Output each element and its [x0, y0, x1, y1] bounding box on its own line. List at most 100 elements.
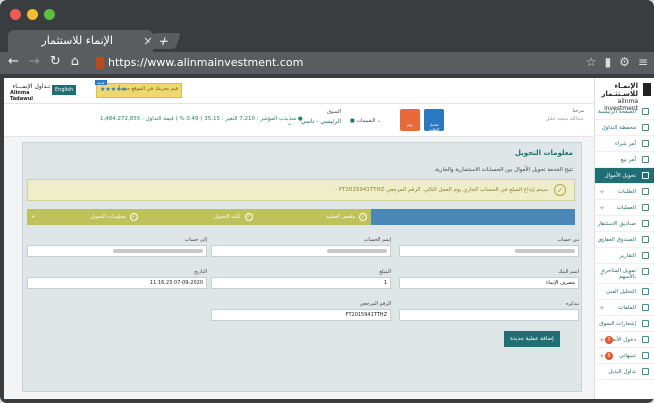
bookmark-icon[interactable]: ▮ [605, 55, 612, 69]
plus-icon: + [599, 269, 605, 278]
plus-icon: + [599, 303, 605, 312]
step-label: معلومات التحويل [90, 214, 126, 220]
minimize-window-button[interactable] [27, 9, 38, 20]
site-header: تـداول الإنمـــاء Alinma Tadawul English… [4, 78, 594, 104]
plus-icon: + [31, 214, 36, 220]
maximize-window-button[interactable] [44, 9, 55, 20]
sidebar-item-label: العمليات [616, 204, 636, 211]
tadawul-logo: تـداول الإنمـــاء Alinma Tadawul [10, 83, 50, 102]
user-name: عبدالله سعيد خليل [545, 116, 584, 122]
plus-icon: + [599, 235, 605, 244]
check-icon: ✓ [359, 213, 368, 221]
sidebar-item-alt-trading[interactable]: تداول البديل [595, 364, 654, 380]
tadawul-logo-ar: تـداول الإنمـــاء [12, 83, 50, 90]
add-new-transaction-button[interactable]: إضافة عملية جديدة [504, 331, 560, 347]
edit-order-label: تعديل الطلب [428, 122, 440, 132]
sell-icon [642, 156, 649, 163]
new-tab-button[interactable]: + [147, 33, 181, 49]
sidebar-item-transfer[interactable]: تحويل الأموال [595, 168, 654, 184]
forward-arrow-icon[interactable]: → [29, 54, 40, 69]
from-account-value [399, 245, 579, 257]
url-text: https://www.alinmainvestment.com [108, 56, 304, 69]
briefcase-icon: ■ [350, 118, 355, 124]
sidebar-item-funds[interactable]: صناديق الاستثمار + [595, 216, 654, 232]
rating-promo-banner[interactable]: جديد قيم تجربتك في الموقع جديداً ★★★★★ [95, 80, 182, 98]
site-favicon-icon [96, 57, 104, 69]
market-ticker-bar: ● متذبذب المؤشر : 7,210 التغير : 35.15 (… [4, 104, 594, 137]
back-arrow-icon[interactable]: ← [8, 54, 19, 69]
market-value: الرئيسي - تاسي [300, 118, 341, 125]
transfer-icon [642, 172, 649, 179]
sidebar-item-alerts[interactable]: تنبيهاتي 6 + [595, 348, 654, 364]
sidebar-item-label: التحليل الفني [605, 288, 636, 295]
menu-icon[interactable]: ≡ [638, 55, 648, 69]
operations-icon [642, 204, 649, 211]
alinma-logo-icon [643, 83, 651, 96]
sidebar-item-systems[interactable]: دخول الأنظمة 3 + [595, 332, 654, 348]
orders-icon [642, 188, 649, 195]
window-controls [10, 9, 55, 20]
account-name-field: إسم الحساب [211, 237, 391, 257]
sidebar-item-operations[interactable]: العمليات + [595, 200, 654, 216]
close-window-button[interactable] [10, 9, 21, 20]
star-bookmark-icon[interactable]: ☆ [586, 55, 597, 69]
sidebar-item-label: تنبيهاتي [619, 352, 636, 359]
sidebar-item-margin[interactable]: تمويل المتاجرة بالأسهم + [595, 264, 654, 284]
bank-name-label: اسم البنك [558, 269, 579, 275]
sidebar-item-files[interactable]: الملفات + [595, 300, 654, 316]
rating-stars-icon[interactable]: ★★★★★ [100, 86, 127, 93]
sidebar-item-label: تحويل الأموال [604, 172, 636, 179]
check-icon: ✓ [129, 213, 138, 221]
reference-value: FT2015941TTHZ [211, 309, 391, 321]
reload-icon[interactable]: ↻ [50, 54, 61, 69]
sidebar-item-technical[interactable]: التحليل الفني [595, 284, 654, 300]
notice-text: سيتم إيداع المبلغ في الحساب الجاري يوم ا… [335, 187, 548, 193]
step-label: ملخص العملية [326, 214, 356, 220]
reports-icon [642, 252, 649, 259]
settings-gear-icon[interactable]: ⚙ [619, 55, 630, 69]
sidebar-item-label: أمر شراء [614, 140, 636, 147]
plus-icon: + [599, 187, 605, 196]
step-summary: ✓ ملخص العملية [256, 209, 372, 225]
from-account-label: من حساب [557, 237, 579, 243]
notes-value [399, 309, 579, 321]
greeting-label: مرحبا [572, 108, 584, 114]
notification-badge: 6 [605, 352, 613, 360]
tab-strip: الإنماء للاستثمار × + [0, 30, 654, 52]
sidebar-item-orders[interactable]: الطلبات + [595, 184, 654, 200]
browser-toolbar: ← → ↻ ⌂ https://www.alinmainvestment.com… [0, 52, 654, 74]
reference-field: الرقم المرجعي FT2015941TTHZ [211, 301, 391, 321]
to-account-field: إلى حساب [27, 237, 207, 257]
step-confirm: ✓ تأكيد التحويل [141, 209, 257, 225]
check-icon: ✓ [244, 213, 253, 221]
alerts-icon [642, 352, 649, 359]
address-bar[interactable]: https://www.alinmainvestment.com [96, 55, 586, 71]
chart-icon [642, 288, 649, 295]
systems-icon [642, 336, 649, 343]
browser-tab[interactable]: الإنماء للاستثمار × [8, 30, 153, 52]
date-label: التاريخ [194, 269, 207, 275]
nav-buttons: ← → ↻ ⌂ [8, 54, 79, 69]
new-badge: جديد [95, 80, 107, 85]
sidebar-item-buy[interactable]: أمر شراء [595, 136, 654, 152]
from-account-field: من حساب [399, 237, 579, 257]
edit-order-button[interactable]: تعديل الطلب [424, 109, 444, 132]
browser-window: الإنماء للاستثمار × + ← → ↻ ⌂ https://ww… [0, 0, 654, 403]
bell-icon [642, 320, 649, 327]
sidebar-item-reports[interactable]: التقارير [595, 248, 654, 264]
sidebar-item-market-alerts[interactable]: إشعارات السوق [595, 316, 654, 332]
success-notice: ✓ سيتم إيداع المبلغ في الحساب الجاري يوم… [27, 179, 575, 201]
market-selector[interactable]: السوق الرئيسي - تاسي [285, 109, 341, 125]
sidebar-item-label: التقارير [619, 252, 636, 259]
sidebar-item-home[interactable]: الصفحة الرئيسية [595, 104, 654, 120]
sidebar-item-portfolio[interactable]: محفظة التداول [595, 120, 654, 136]
sidebar-item-sell[interactable]: أمر بيع [595, 152, 654, 168]
language-button[interactable]: English [52, 85, 77, 95]
ratings-dropdown[interactable]: ⌄ التقييمات ■ [350, 118, 381, 124]
home-icon[interactable]: ⌂ [71, 54, 79, 69]
day-button[interactable]: يوم [400, 109, 420, 131]
to-account-label: إلى حساب [184, 237, 207, 243]
files-icon [642, 304, 649, 311]
sidebar-item-reit[interactable]: الصندوق العقاري + [595, 232, 654, 248]
user-greeting: مرحبا عبدالله سعيد خليل [454, 108, 584, 122]
